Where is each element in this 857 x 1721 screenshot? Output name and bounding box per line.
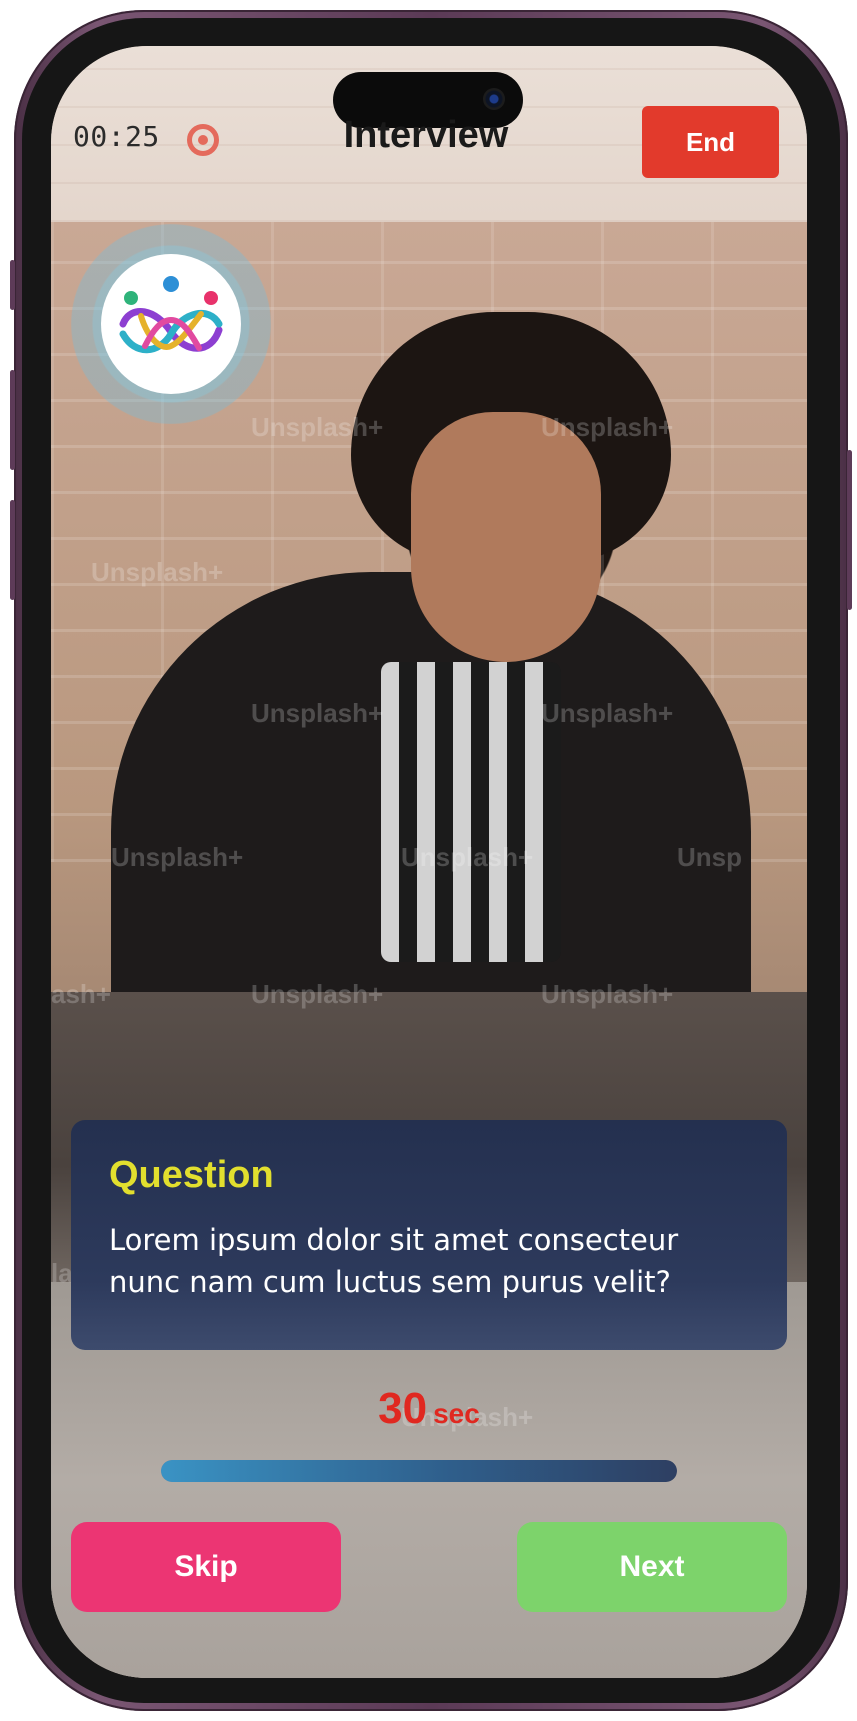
time-progress-bar bbox=[161, 1460, 677, 1482]
logo-circle bbox=[101, 254, 241, 394]
watermark: Unsplash+ bbox=[541, 412, 674, 442]
side-button-right bbox=[847, 450, 852, 610]
watermark: Unsplash+ bbox=[251, 698, 384, 728]
next-button[interactable]: Next bbox=[517, 1522, 787, 1612]
watermark: Unsplash+ bbox=[111, 842, 244, 872]
end-button[interactable]: End bbox=[642, 106, 779, 178]
countdown: 30 sec bbox=[51, 1384, 807, 1434]
side-button-left-2 bbox=[10, 370, 15, 470]
page-title: Interview bbox=[343, 114, 509, 156]
watermark: Unsp bbox=[677, 842, 742, 872]
watermark: Unsplash+ bbox=[251, 979, 384, 1009]
watermark: Unsplash+ bbox=[251, 412, 384, 442]
watermark: Unsplash+ bbox=[541, 979, 674, 1009]
logo-badge bbox=[71, 224, 271, 424]
record-indicator-icon bbox=[187, 124, 219, 156]
countdown-value: 30 bbox=[378, 1384, 428, 1433]
recording-timer: 00:25 bbox=[73, 120, 160, 153]
side-button-left-1 bbox=[10, 260, 15, 310]
interlinked-people-logo-icon bbox=[119, 276, 223, 354]
side-button-left-3 bbox=[10, 500, 15, 600]
time-progress-fill bbox=[161, 1460, 677, 1482]
watermark: Unsplash+ bbox=[401, 842, 534, 872]
header-bar: 00:25 Interview End bbox=[51, 46, 807, 222]
app-screen: Unsplash+ Unsplash+ Unsplash+ Unsplash+ … bbox=[51, 46, 807, 1678]
watermark: Unsplash+ bbox=[541, 698, 674, 728]
watermark: ash+ bbox=[51, 979, 111, 1009]
countdown-unit: sec bbox=[433, 1398, 480, 1429]
skip-button[interactable]: Skip bbox=[71, 1522, 341, 1612]
interviewee-face bbox=[411, 412, 601, 662]
camera-icon bbox=[483, 88, 505, 110]
question-text: Lorem ipsum dolor sit amet consecteur nu… bbox=[109, 1223, 679, 1299]
question-card: Question Lorem ipsum dolor sit amet cons… bbox=[71, 1120, 787, 1350]
interviewee-shirt bbox=[381, 662, 561, 962]
question-label: Question bbox=[109, 1154, 274, 1196]
watermark: Unsplash+ bbox=[91, 557, 224, 587]
